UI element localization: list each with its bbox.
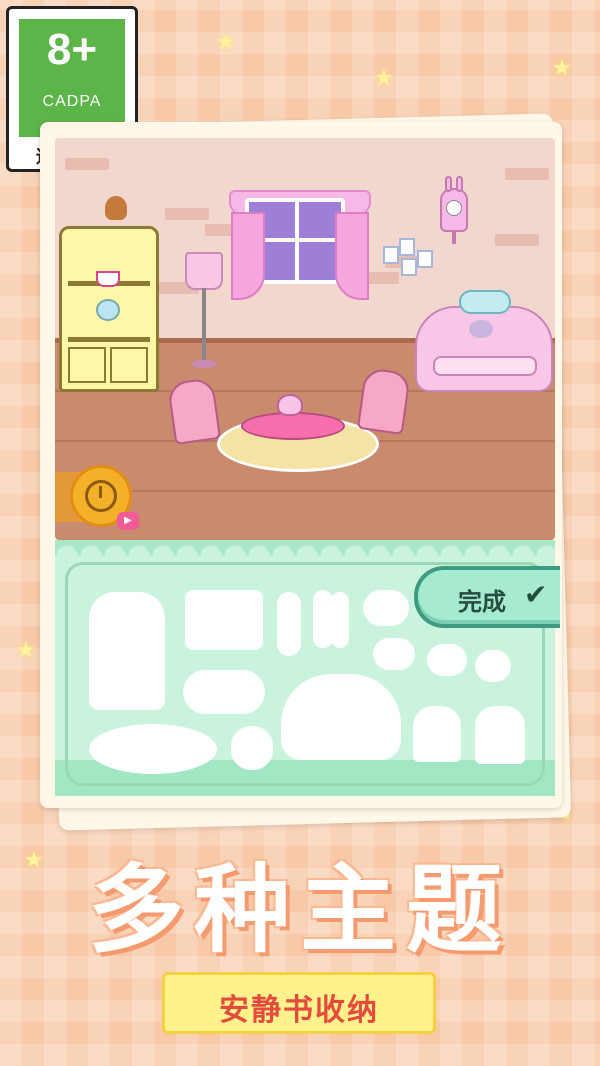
slot-table[interactable]	[183, 670, 265, 714]
room-scene	[55, 138, 555, 540]
done-button-label: 完成	[458, 588, 506, 616]
slot-squirrel[interactable]	[475, 650, 511, 682]
floor-lamp-base	[191, 360, 217, 368]
clock-video-button[interactable]: ▶	[70, 465, 139, 530]
star-icon: ★	[16, 638, 36, 663]
slot-photos[interactable]	[363, 590, 409, 626]
done-button[interactable]: 完成 ✔	[414, 566, 560, 628]
slot-sofa[interactable]	[281, 674, 401, 760]
rating-org: CADPA	[42, 93, 102, 110]
slot-chair-left[interactable]	[413, 706, 461, 762]
age-rating: 8+	[46, 25, 98, 74]
wall-brick	[505, 168, 549, 180]
curtain-left[interactable]	[231, 212, 265, 300]
bunny-wall-clock[interactable]	[440, 176, 468, 244]
star-icon: ★	[552, 56, 572, 81]
wall-photo[interactable]	[399, 238, 415, 256]
wall-photo[interactable]	[401, 258, 417, 276]
page-title: 多种主题	[88, 854, 512, 966]
wall-brick	[65, 158, 109, 170]
subtitle-ribbon: 安静书收纳	[162, 972, 436, 1034]
slot-curtain-right[interactable]	[331, 592, 349, 648]
clock-face-icon	[446, 200, 462, 216]
slot-rug[interactable]	[89, 724, 217, 774]
curtain-right[interactable]	[335, 212, 369, 300]
checkmark-icon: ✔	[524, 578, 548, 611]
mouse-toy[interactable]	[469, 320, 493, 338]
slot-curtain-left[interactable]	[313, 590, 333, 648]
floor-lamp-shade[interactable]	[185, 252, 223, 290]
star-icon: ★	[374, 66, 394, 91]
teapot[interactable]	[277, 394, 303, 416]
slot-mouse[interactable]	[427, 644, 467, 676]
slot-lamp[interactable]	[277, 592, 301, 656]
crystal-ball[interactable]	[96, 299, 120, 321]
tray-scallop	[55, 540, 555, 556]
slot-globe[interactable]	[231, 726, 273, 770]
wall-photo[interactable]	[383, 246, 399, 264]
wall-brick	[165, 208, 209, 220]
wall-brick	[495, 234, 539, 246]
wall-photo[interactable]	[417, 250, 433, 268]
slot-window[interactable]	[185, 590, 263, 650]
slot-teapot[interactable]	[373, 638, 415, 670]
slot-chair-right[interactable]	[475, 706, 525, 764]
bookshelf[interactable]	[59, 226, 159, 392]
star-icon: ★	[216, 30, 236, 55]
tea-table[interactable]	[241, 412, 345, 440]
video-play-icon: ▶	[117, 512, 139, 530]
sofa[interactable]	[415, 306, 553, 392]
squirrel-figure[interactable]	[105, 196, 127, 220]
teacup-figure[interactable]	[96, 271, 120, 287]
subtitle: 安静书收纳	[219, 993, 379, 1028]
slot-bookshelf[interactable]	[89, 592, 165, 710]
floor-lamp-pole	[202, 288, 206, 362]
sofa-bow	[459, 290, 511, 314]
